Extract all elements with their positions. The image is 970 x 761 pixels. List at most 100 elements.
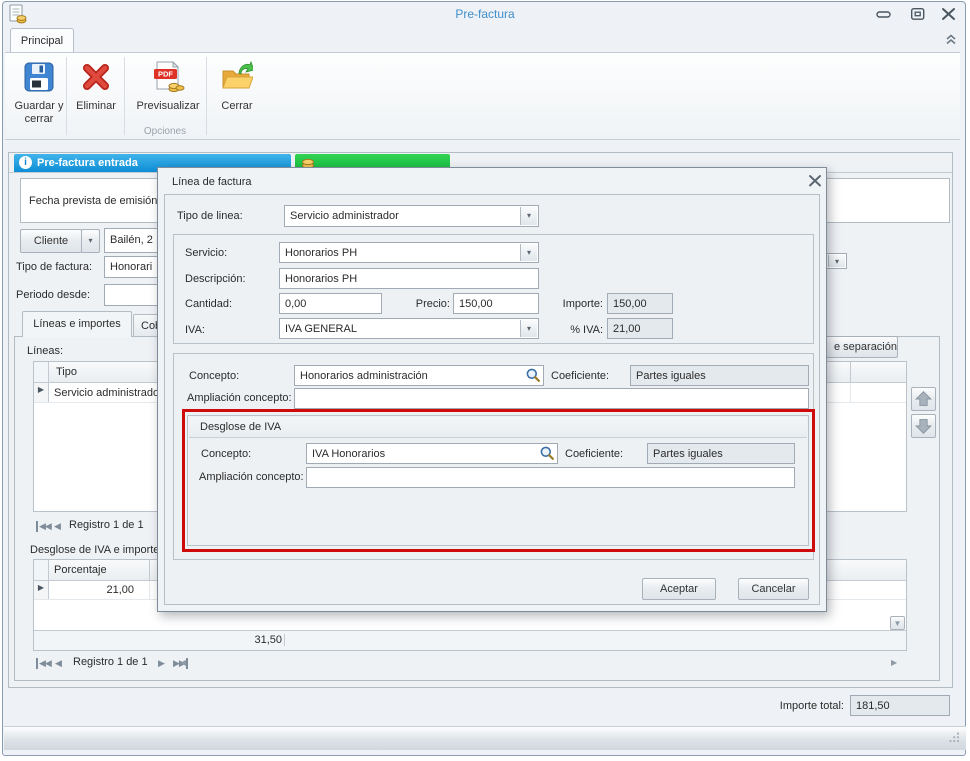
nav-prev-icon[interactable]: ◀ bbox=[54, 521, 60, 532]
summary-value: 31,50 bbox=[184, 634, 285, 646]
cell-tipo: Servicio administrador bbox=[54, 387, 163, 399]
arrow-down-icon bbox=[912, 415, 935, 437]
chevron-down-icon[interactable]: ▾ bbox=[520, 320, 537, 337]
cliente-dropdown-button[interactable]: ▾ bbox=[81, 229, 100, 253]
move-up-button[interactable] bbox=[911, 387, 936, 411]
close-window-button[interactable] bbox=[940, 7, 958, 21]
coeficiente-label: Coeficiente: bbox=[551, 370, 609, 382]
importe-total-field: 181,50 bbox=[850, 695, 950, 716]
preview-button[interactable]: PDF Previsualizar bbox=[129, 56, 207, 134]
precio-value: 150,00 bbox=[459, 298, 493, 310]
column-divider bbox=[149, 560, 150, 580]
concepto-value: Honorarios administración bbox=[300, 370, 428, 382]
row-indicator: ▶ bbox=[34, 581, 49, 599]
dialog-close-icon[interactable] bbox=[807, 174, 823, 188]
servicio-label: Servicio: bbox=[185, 247, 227, 259]
nav-next-icon[interactable]: ▶ bbox=[158, 658, 164, 669]
desglose-ampliacion-field[interactable] bbox=[306, 467, 795, 488]
desglose-iva-group-title: Desglose de IVA bbox=[200, 421, 281, 433]
scroll-right-icon[interactable]: ▶ bbox=[891, 658, 897, 667]
chevron-down-icon: ▾ bbox=[88, 236, 92, 245]
delete-icon bbox=[80, 61, 112, 96]
ampliacion-field[interactable] bbox=[294, 388, 809, 409]
nav-first-icon[interactable]: ◀◀ bbox=[36, 521, 51, 532]
screen: { "window": { "title": "Pre-factura" }, … bbox=[0, 0, 970, 761]
preview-label: Previsualizar bbox=[137, 100, 200, 113]
descripcion-field[interactable]: Honorarios PH bbox=[279, 268, 539, 289]
maximize-button[interactable] bbox=[910, 7, 928, 21]
grid-indicator-header bbox=[34, 560, 49, 580]
cliente-button-label: Cliente bbox=[34, 235, 68, 247]
chevron-down-icon[interactable]: ▾ bbox=[828, 255, 845, 267]
cliente-button[interactable]: Cliente bbox=[20, 229, 82, 253]
column-divider bbox=[850, 362, 851, 382]
grid-summary-row: 31,50 bbox=[34, 630, 906, 650]
importe-value: 150,00 bbox=[613, 298, 647, 310]
iva-combo[interactable]: IVA GENERAL ▾ bbox=[279, 318, 539, 339]
close-form-button[interactable]: Cerrar bbox=[211, 56, 263, 134]
descripcion-label: Descripción: bbox=[185, 273, 246, 285]
cantidad-value: 0,00 bbox=[285, 298, 306, 310]
cancelar-button[interactable]: Cancelar bbox=[738, 578, 809, 600]
tab-lineas-importes[interactable]: Líneas e importes bbox=[22, 311, 132, 337]
aceptar-label: Aceptar bbox=[660, 583, 698, 595]
precio-field[interactable]: 150,00 bbox=[453, 293, 539, 314]
svg-text:PDF: PDF bbox=[158, 70, 173, 79]
info-icon: i bbox=[19, 156, 32, 169]
aceptar-button[interactable]: Aceptar bbox=[642, 578, 716, 600]
delete-button[interactable]: Eliminar bbox=[69, 56, 123, 134]
tipo-factura-value: Honorari bbox=[110, 261, 152, 273]
ribbon-separator bbox=[124, 57, 125, 135]
resize-grip-icon[interactable] bbox=[948, 731, 960, 746]
chevron-down-icon[interactable]: ▾ bbox=[520, 207, 537, 225]
scrollbar-down-button[interactable]: ▼ bbox=[890, 616, 905, 630]
tipo-linea-combo[interactable]: Servicio administrador ▾ bbox=[284, 205, 539, 227]
search-icon[interactable] bbox=[525, 367, 541, 383]
concepto-label: Concepto: bbox=[189, 370, 239, 382]
arrow-up-icon bbox=[912, 388, 935, 410]
linea-factura-dialog: Línea de factura Tipo de linea: Servicio… bbox=[157, 167, 827, 612]
col-header-tipo: Tipo bbox=[56, 366, 77, 378]
ribbon-separator bbox=[66, 57, 67, 135]
row-marker-icon: ▶ bbox=[38, 385, 44, 394]
lineas-label: Líneas: bbox=[27, 345, 63, 357]
tipo-linea-label: Tipo de linea: bbox=[177, 210, 243, 222]
cell-porcentaje: 21,00 bbox=[49, 584, 134, 596]
nav-prev-icon[interactable]: ◀ bbox=[55, 658, 61, 669]
status-bar bbox=[4, 726, 966, 750]
ribbon-collapse-icon[interactable] bbox=[944, 33, 958, 49]
dialog-title: Línea de factura bbox=[172, 176, 252, 188]
importe-field: 150,00 bbox=[607, 293, 673, 314]
cantidad-field[interactable]: 0,00 bbox=[279, 293, 382, 314]
ribbon-separator bbox=[206, 57, 207, 135]
search-icon[interactable] bbox=[539, 445, 555, 461]
ribbon-group-label: Opciones bbox=[124, 126, 206, 137]
col-header-porcentaje: Porcentaje bbox=[54, 564, 107, 576]
save-and-close-label: Guardar y cerrar bbox=[13, 100, 65, 126]
ampliacion-label: Ampliación concepto: bbox=[187, 392, 292, 404]
desglose-ampliacion-label: Ampliación concepto: bbox=[199, 471, 304, 483]
servicio-combo[interactable]: Honorarios PH ▾ bbox=[279, 242, 539, 263]
desglose-iva-label: Desglose de IVA e importe bbox=[30, 544, 159, 556]
chevron-down-icon[interactable]: ▾ bbox=[520, 244, 537, 261]
move-down-button[interactable] bbox=[911, 414, 936, 438]
iva-value: IVA GENERAL bbox=[285, 323, 357, 335]
desglose-navigator: ◀◀ ◀ Registro 1 de 1 ▶ ▶▶ ◀ ▶ bbox=[33, 654, 907, 672]
save-and-close-button[interactable]: Guardar y cerrar bbox=[12, 56, 66, 134]
desglose-concepto-field[interactable]: IVA Honorarios bbox=[306, 443, 558, 464]
ribbon: Guardar y cerrar Eliminar PDF Previsuali… bbox=[5, 52, 960, 140]
scroll-left-icon[interactable]: ◀ bbox=[180, 658, 186, 667]
doc-tab-label: Pre-factura entrada bbox=[37, 157, 138, 169]
ribbon-tab-label: Principal bbox=[21, 35, 63, 47]
descripcion-value: Honorarios PH bbox=[285, 273, 357, 285]
window-title: Pre-factura bbox=[0, 7, 970, 21]
ribbon-tab-principal[interactable]: Principal bbox=[10, 28, 74, 53]
nav-first-icon[interactable]: ◀◀ bbox=[36, 658, 51, 669]
tipo-factura-label: Tipo de factura: bbox=[16, 261, 92, 273]
desglose-coeficiente-value: Partes iguales bbox=[653, 448, 723, 460]
minimize-button[interactable] bbox=[876, 8, 894, 22]
importe-total-value: 181,50 bbox=[856, 700, 890, 712]
concepto-field[interactable]: Honorarios administración bbox=[294, 365, 544, 386]
iva-label: IVA: bbox=[185, 324, 205, 336]
pct-iva-value: 21,00 bbox=[613, 323, 641, 335]
